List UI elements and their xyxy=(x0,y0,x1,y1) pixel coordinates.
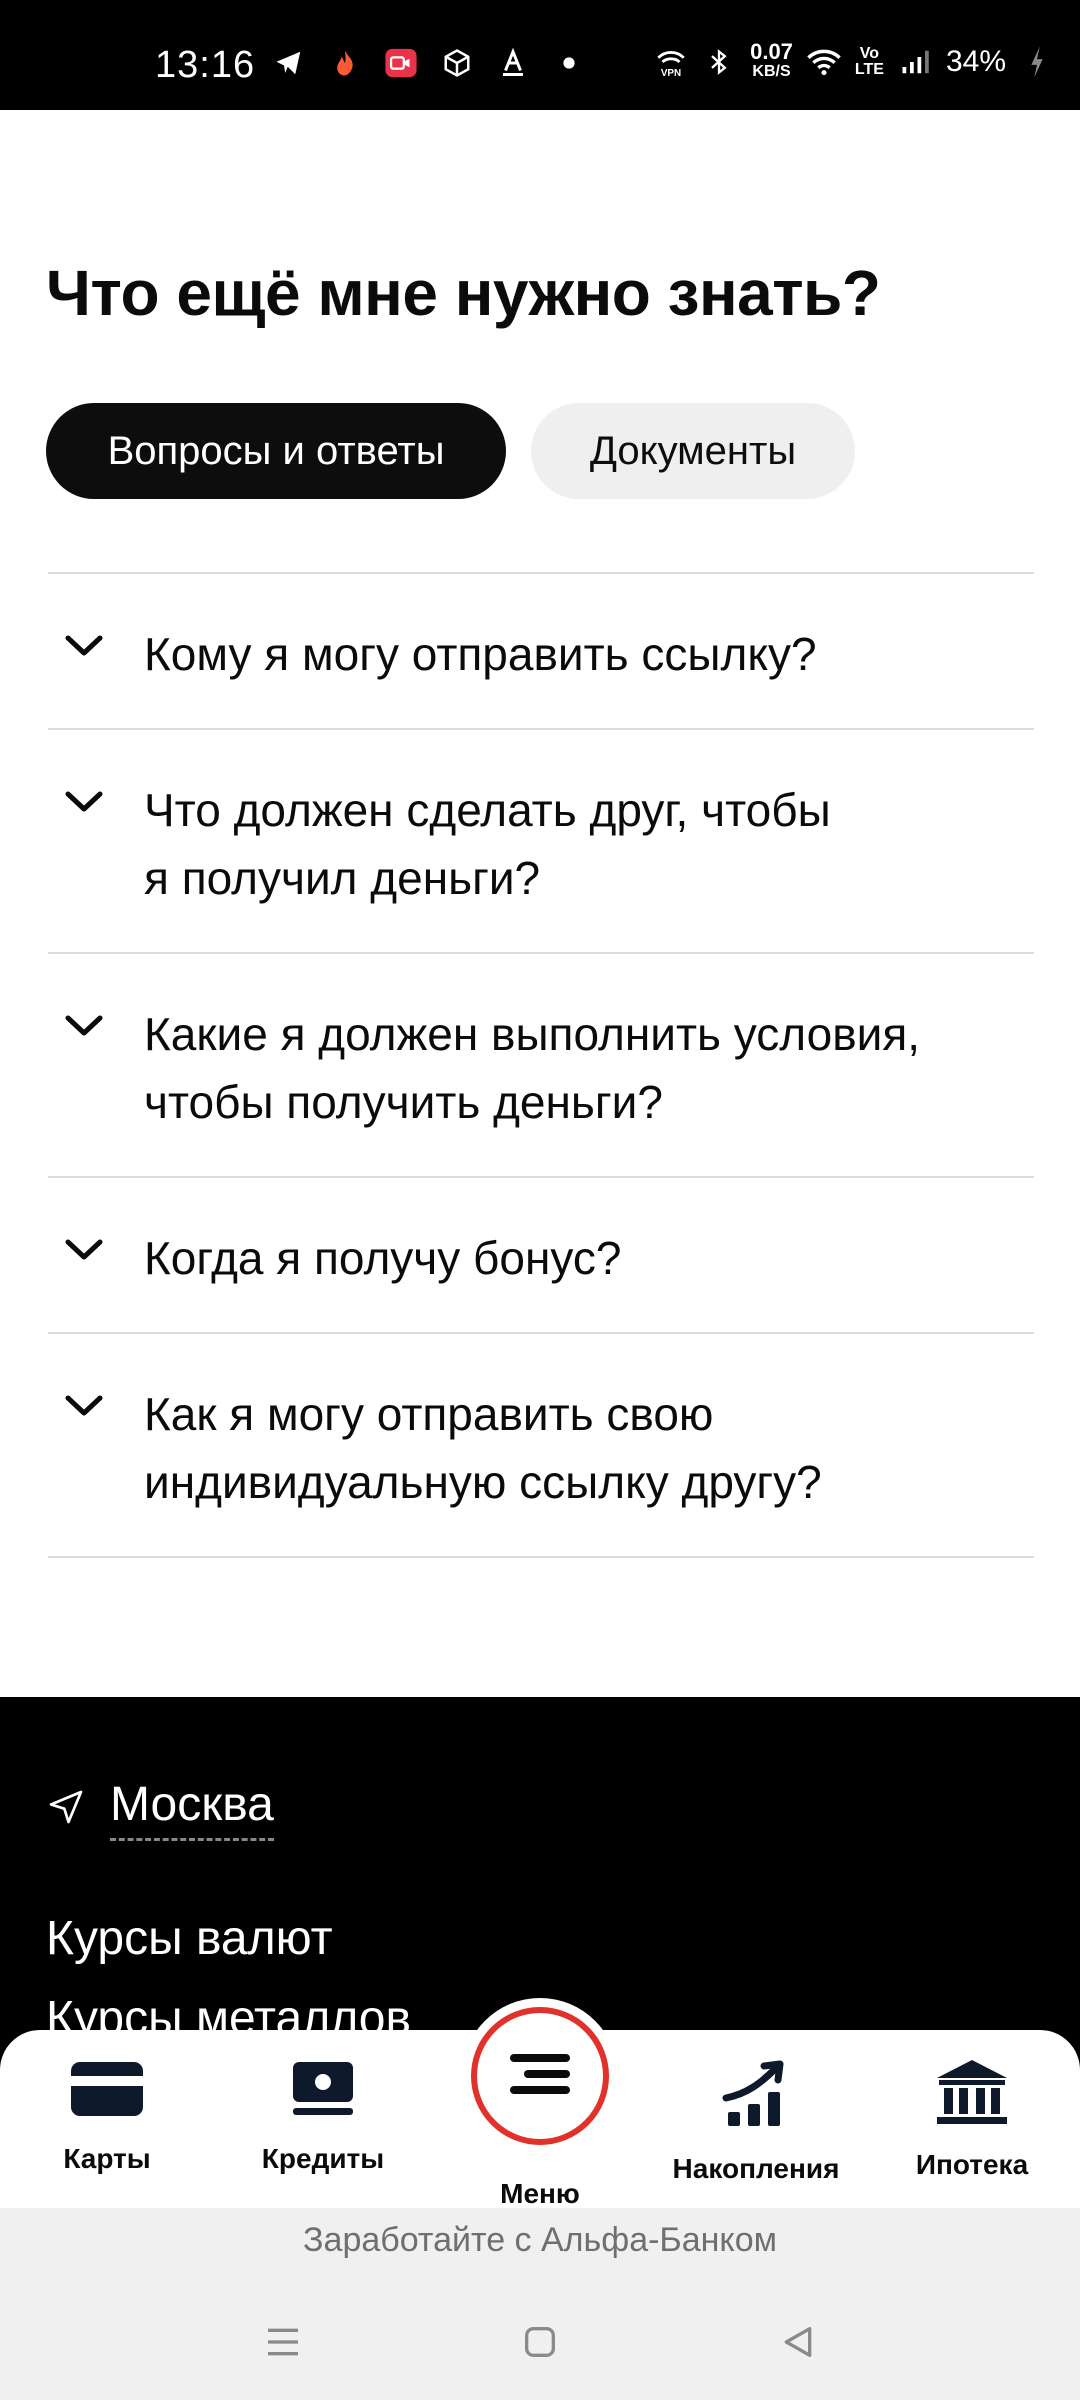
back-icon[interactable] xyxy=(768,2312,828,2372)
faq-item[interactable]: Когда я получу бонус? xyxy=(48,1176,1034,1332)
faq-item[interactable]: Какие я должен выполнить условия, чтобы … xyxy=(48,952,1034,1176)
system-navigation-bar xyxy=(0,2272,1080,2400)
faq-question: Когда я получу бонус? xyxy=(144,1232,622,1284)
vpn-icon: VPN xyxy=(654,45,688,79)
nav-item-mortgage[interactable]: Ипотека xyxy=(872,2058,1072,2181)
footer-link-currency-rates[interactable]: Курсы валют xyxy=(46,1911,333,1966)
city-name[interactable]: Москва xyxy=(110,1777,274,1841)
faq-item[interactable]: Кому я могу отправить ссылку? xyxy=(48,572,1034,728)
network-speed-value: 0.07 xyxy=(750,39,793,64)
card-icon xyxy=(67,2058,147,2125)
nav-label: Карты xyxy=(63,2143,151,2174)
nav-item-credits[interactable]: Кредиты xyxy=(223,2058,423,2175)
status-bar: 13:16 VPN 0.07 KB/S Vo LTE 34% xyxy=(0,0,1080,110)
network-speed-unit: KB/S xyxy=(752,63,791,80)
bluetooth-icon xyxy=(702,45,736,79)
chevron-down-icon xyxy=(48,1000,144,1045)
nav-label: Ипотека xyxy=(915,2149,1029,2180)
telegram-icon xyxy=(272,46,306,80)
faq-question: Кому я могу отправить ссылку? xyxy=(144,628,817,680)
dot-icon xyxy=(552,46,586,80)
svg-text:VPN: VPN xyxy=(661,68,681,79)
nav-item-savings[interactable]: Накопления xyxy=(656,2058,856,2185)
credit-icon xyxy=(290,2058,356,2125)
faq-tabs: Вопросы и ответы Документы xyxy=(46,403,855,499)
nav-label: Накопления xyxy=(672,2153,840,2184)
section-title: Что ещё мне нужно знать? xyxy=(46,257,881,329)
text-a-icon xyxy=(496,46,530,80)
chevron-down-icon xyxy=(48,776,144,821)
bottom-navigation: Карты Кредиты Меню Накопления Ипотека xyxy=(0,1998,1080,2210)
bank-building-icon xyxy=(933,2058,1011,2131)
nav-label: Кредиты xyxy=(261,2143,385,2174)
nav-item-cards[interactable]: Карты xyxy=(7,2058,207,2175)
wifi-icon xyxy=(807,45,841,79)
chevron-down-icon xyxy=(48,1380,144,1425)
status-system-icons: VPN 0.07 KB/S Vo LTE 34% xyxy=(654,39,1054,82)
network-speed: 0.07 KB/S xyxy=(750,39,793,82)
battery-level: 34% xyxy=(945,45,1006,78)
chevron-down-icon xyxy=(48,1224,144,1269)
menu-button[interactable] xyxy=(462,1998,618,2154)
city-selector[interactable]: Москва xyxy=(46,1777,274,1841)
home-icon[interactable] xyxy=(510,2312,570,2372)
tab-questions-answers[interactable]: Вопросы и ответы xyxy=(46,403,506,499)
location-arrow-icon xyxy=(46,1787,86,1832)
faq-question: Какие я должен выполнить условия, чтобы … xyxy=(144,1008,921,1128)
chevron-down-icon xyxy=(48,620,144,665)
faq-question: Как я могу отправить свою индивидуальную… xyxy=(144,1388,822,1508)
status-notification-icons xyxy=(272,46,586,80)
recent-apps-icon[interactable] xyxy=(253,2312,313,2372)
faq-item[interactable]: Как я могу отправить свою индивидуальную… xyxy=(48,1332,1034,1558)
menu-label[interactable]: Меню xyxy=(462,2178,618,2210)
charging-icon xyxy=(1020,45,1054,79)
package-icon xyxy=(440,46,474,80)
status-time: 13:16 xyxy=(155,44,256,86)
faq-list: Кому я могу отправить ссылку? Что должен… xyxy=(48,572,1034,1558)
signal-icon xyxy=(898,45,932,79)
flame-icon xyxy=(328,46,362,80)
faq-question: Что должен сделать друг, чтобы я получил… xyxy=(144,784,831,904)
menu-icon xyxy=(506,2050,574,2103)
promo-banner[interactable]: Заработайте с Альфа-Банком xyxy=(0,2208,1080,2272)
tab-documents[interactable]: Документы xyxy=(531,403,855,499)
video-icon xyxy=(384,46,418,80)
growth-chart-icon xyxy=(720,2058,792,2135)
faq-item[interactable]: Что должен сделать друг, чтобы я получил… xyxy=(48,728,1034,952)
menu-ring xyxy=(471,2007,609,2145)
volte-indicator: Vo LTE xyxy=(854,45,884,78)
